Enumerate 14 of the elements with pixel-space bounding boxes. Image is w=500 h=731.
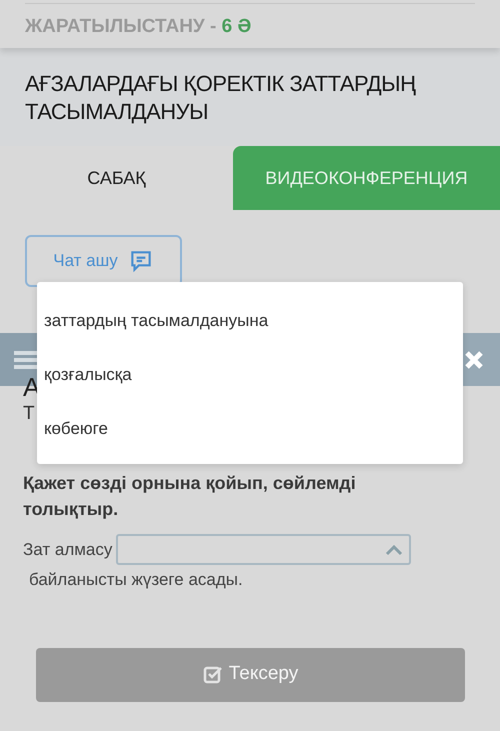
subject-title: ЖАРАТЫЛЫСТАНУ - 6 Ә <box>25 15 252 39</box>
dropdown-option[interactable]: көбеюге <box>37 402 463 456</box>
checkbox-icon <box>202 664 223 684</box>
close-icon <box>464 350 484 370</box>
dropdown-option[interactable]: заттардың тасымалдануына <box>37 294 463 348</box>
dropdown-option[interactable]: қозғалысқа <box>37 348 463 402</box>
question-subheading: Т <box>23 402 36 426</box>
answer-select[interactable] <box>116 534 412 565</box>
lesson-title: АҒЗАЛАРДАҒЫ ҚОРЕКТІК ЗАТТАРДЫҢ ТАСЫМАЛДАНУЫ <box>25 70 417 126</box>
instruction-text: Қажет сөзді орнына қойып, сөйлемді толықтыр. <box>23 472 357 521</box>
sentence-text: Зат алмасу <box>23 538 112 561</box>
sentence-text: байланысты жүзеге асады. <box>29 569 244 591</box>
menu-icon[interactable] <box>14 348 38 370</box>
chevron-up-icon <box>385 544 404 556</box>
